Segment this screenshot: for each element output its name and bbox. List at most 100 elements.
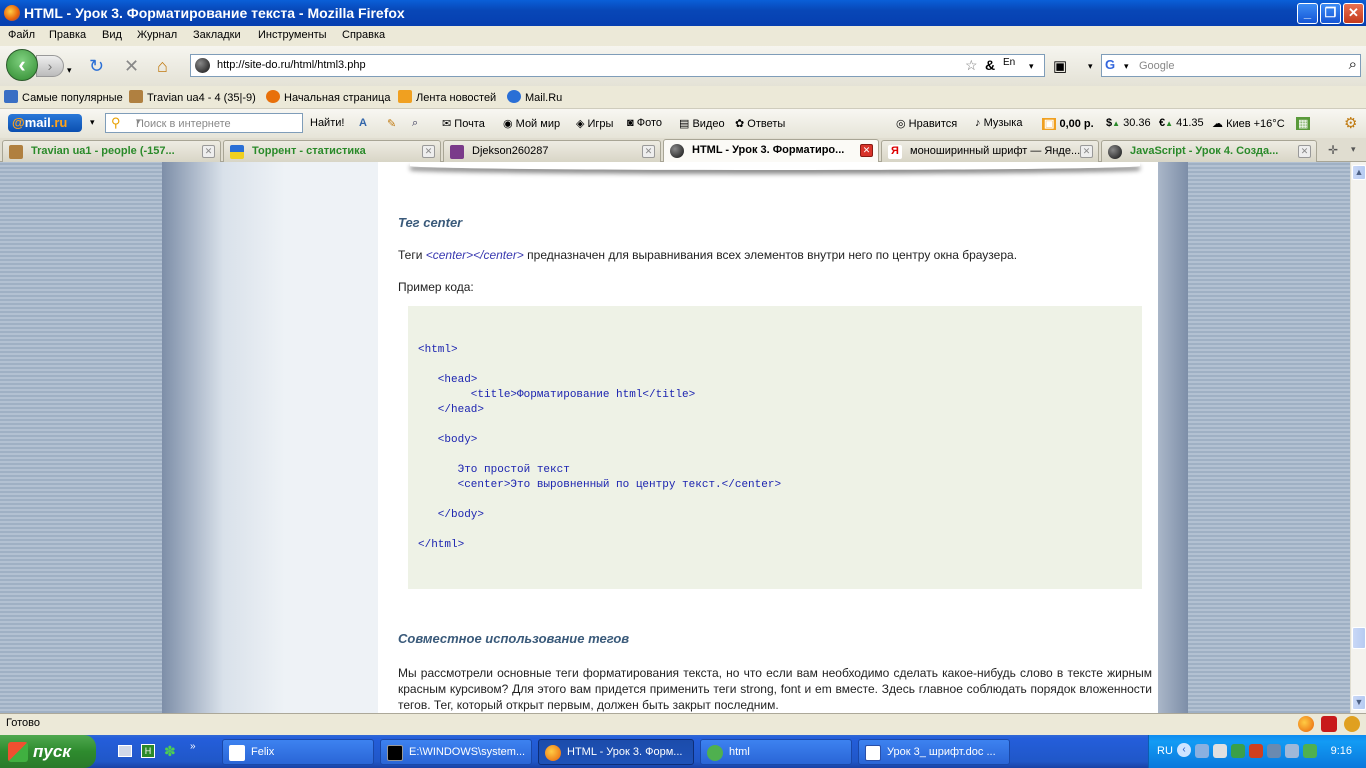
tab-close-icon[interactable]: ✕ (860, 144, 873, 157)
ampersand-addon-icon[interactable]: & (985, 57, 995, 73)
menu-view[interactable]: Вид (102, 29, 122, 41)
url-bar[interactable]: http://site-do.ru/html/html3.php ☆ & En … (190, 54, 1045, 77)
home-icon[interactable]: ⌂ (157, 57, 168, 75)
tray-network-icon[interactable] (1195, 744, 1209, 758)
tab-torrent[interactable]: Торрент - статистика ✕ (223, 140, 441, 162)
bookmark-start-page[interactable]: Начальная страница (266, 90, 390, 104)
font-size-icon[interactable]: A (359, 117, 367, 129)
start-button[interactable]: пуск (0, 735, 96, 768)
mailbar-link-likes[interactable]: ◎ Нравится (896, 117, 957, 130)
quicklaunch-paw-icon[interactable]: ✽ (164, 743, 176, 760)
mailru-find-button[interactable]: Найти! (310, 117, 344, 129)
addon-dropdown-icon[interactable]: ▾ (1088, 61, 1093, 72)
bookmark-mailru[interactable]: Mail.Ru (507, 90, 562, 104)
vertical-scrollbar[interactable]: ▲ ▼ (1350, 162, 1366, 713)
menu-help[interactable]: Справка (342, 29, 385, 41)
mailbar-link-answers[interactable]: ✿ Ответы (735, 117, 785, 130)
search-icon[interactable]: ⌕ (1349, 56, 1357, 73)
screenshot-addon-icon[interactable]: ▣ (1053, 57, 1067, 75)
mailru-search-dropdown-icon[interactable]: ▾ (136, 116, 300, 127)
mailbar-link-myworld[interactable]: ◉ Мой мир (503, 117, 560, 130)
quicklaunch-more-icon[interactable]: » (190, 741, 196, 752)
usd-rate[interactable]: $▲ 30.36 (1106, 117, 1151, 129)
tray-misc-icon[interactable] (1303, 744, 1317, 758)
tab-travian[interactable]: Travian ua1 - people (-157... ✕ (2, 140, 221, 162)
bookmark-travian[interactable]: Travian ua4 - 4 (35|-9) (129, 90, 256, 104)
language-addon-icon[interactable]: En (1003, 57, 1015, 68)
tray-h-icon[interactable] (1231, 744, 1245, 758)
url-text[interactable]: http://site-do.ru/html/html3.php (217, 59, 366, 71)
tab-list-icon[interactable]: ▾ (1351, 144, 1356, 155)
tray-security-icon[interactable] (1249, 744, 1263, 758)
bookmark-most-visited[interactable]: Самые популярные (4, 90, 123, 104)
tab-close-icon[interactable]: ✕ (642, 145, 655, 158)
quicklaunch-app-icon[interactable]: H (141, 744, 155, 758)
tab-djekson[interactable]: Djekson260287 ✕ (443, 140, 661, 162)
menu-file[interactable]: Файл (8, 29, 35, 41)
engine-dropdown-icon[interactable]: ▾ (1124, 61, 1129, 72)
url-dropdown-icon[interactable]: ▾ (1029, 61, 1034, 72)
history-dropdown-icon[interactable]: ▾ (67, 61, 72, 79)
scroll-down-arrow[interactable]: ▼ (1352, 695, 1366, 710)
mailru-search-input[interactable]: ⚲ Поиск в интернете ▾ (105, 113, 303, 133)
settings-gear-icon[interactable]: ⚙ (1344, 114, 1357, 132)
tab-close-icon[interactable]: ✕ (1298, 145, 1311, 158)
stop-icon[interactable]: ✕ (124, 57, 139, 75)
tab-close-icon[interactable]: ✕ (1080, 145, 1093, 158)
tab-close-icon[interactable]: ✕ (422, 145, 435, 158)
map-icon[interactable]: ▦ (1296, 117, 1311, 130)
magnifier-icon: ⚲ (111, 115, 121, 130)
windows-logo-icon (8, 742, 28, 762)
window-titlebar[interactable]: HTML - Урок 3. Форматирование текста - M… (0, 0, 1366, 26)
firefox-status-icon[interactable] (1298, 716, 1314, 732)
tray-connection-icon[interactable] (1285, 744, 1299, 758)
web-content[interactable]: Тег center Теги <center></center> предна… (0, 162, 1350, 713)
tab-close-icon[interactable]: ✕ (202, 145, 215, 158)
back-button[interactable]: ‹ (6, 49, 38, 81)
language-indicator[interactable]: RU (1157, 745, 1173, 757)
taskbar-html-folder[interactable]: html (700, 739, 852, 765)
highlight-pen-icon[interactable]: ✎ (387, 117, 396, 130)
mailbar-link-music[interactable]: ♪ Музыка (975, 117, 1022, 129)
wallet-balance[interactable]: ▣ 0,00 р. (1042, 117, 1094, 130)
menu-edit[interactable]: Правка (49, 29, 86, 41)
close-button[interactable]: ✕ (1343, 3, 1364, 24)
minimize-button[interactable]: _ (1297, 3, 1318, 24)
tray-volume-icon[interactable] (1267, 744, 1281, 758)
adblock-icon[interactable] (1321, 716, 1337, 732)
tab-yandex-monospace[interactable]: Я моноширинный шрифт — Янде... ✕ (881, 140, 1099, 162)
tray-app-icon[interactable] (1213, 744, 1227, 758)
scroll-up-arrow[interactable]: ▲ (1352, 165, 1366, 180)
tab-html-lesson-3[interactable]: HTML - Урок 3. Форматиро... ✕ (663, 139, 879, 162)
mailbar-link-video[interactable]: ▤ Видео (679, 117, 725, 130)
reload-icon[interactable]: ↻ (89, 57, 104, 75)
mailru-dropdown-icon[interactable]: ▾ (90, 117, 95, 128)
mailbar-link-photo[interactable]: ◙ Фото (627, 117, 662, 129)
tab-javascript-lesson-4[interactable]: JavaScript - Урок 4. Созда... ✕ (1101, 140, 1317, 162)
mailru-logo[interactable]: @mail.ru (8, 114, 82, 132)
show-desktop-icon[interactable] (118, 745, 132, 757)
find-in-page-icon[interactable]: ⌕ (412, 117, 418, 130)
menu-tools[interactable]: Инструменты (258, 29, 327, 41)
maximize-button[interactable]: ❐ (1320, 3, 1341, 24)
search-bar[interactable]: G ▾ Google ⌕ (1101, 54, 1361, 77)
bookmark-news-feed[interactable]: Лента новостей (398, 90, 496, 104)
taskbar-felix[interactable]: Felix (222, 739, 374, 765)
mailbar-link-games[interactable]: ◈ Игры (576, 117, 613, 130)
mailbar-link-mail[interactable]: ✉ Почта (442, 117, 485, 130)
weather-widget[interactable]: ☁ Киев +16°C (1212, 117, 1285, 130)
scroll-thumb[interactable] (1352, 627, 1366, 649)
new-tab-icon[interactable]: ✛ (1328, 143, 1338, 157)
menu-bookmarks[interactable]: Закладки (193, 29, 241, 41)
taskbar-firefox[interactable]: HTML - Урок 3. Форм... (538, 739, 694, 765)
taskbar-cmd[interactable]: E:\WINDOWS\system... (380, 739, 532, 765)
google-engine-icon[interactable]: G (1105, 57, 1122, 74)
tray-expand-icon[interactable]: ‹ (1177, 743, 1191, 757)
addon-face-icon[interactable] (1344, 716, 1360, 732)
menu-history[interactable]: Журнал (137, 29, 177, 41)
site-identity-icon[interactable] (195, 58, 210, 73)
taskbar-word-doc[interactable]: Урок 3_ шрифт.doc ... (858, 739, 1010, 765)
forward-button[interactable]: › (36, 55, 64, 77)
eur-rate[interactable]: €▲ 41.35 (1159, 117, 1204, 129)
bookmark-star-icon[interactable]: ☆ (965, 57, 978, 74)
